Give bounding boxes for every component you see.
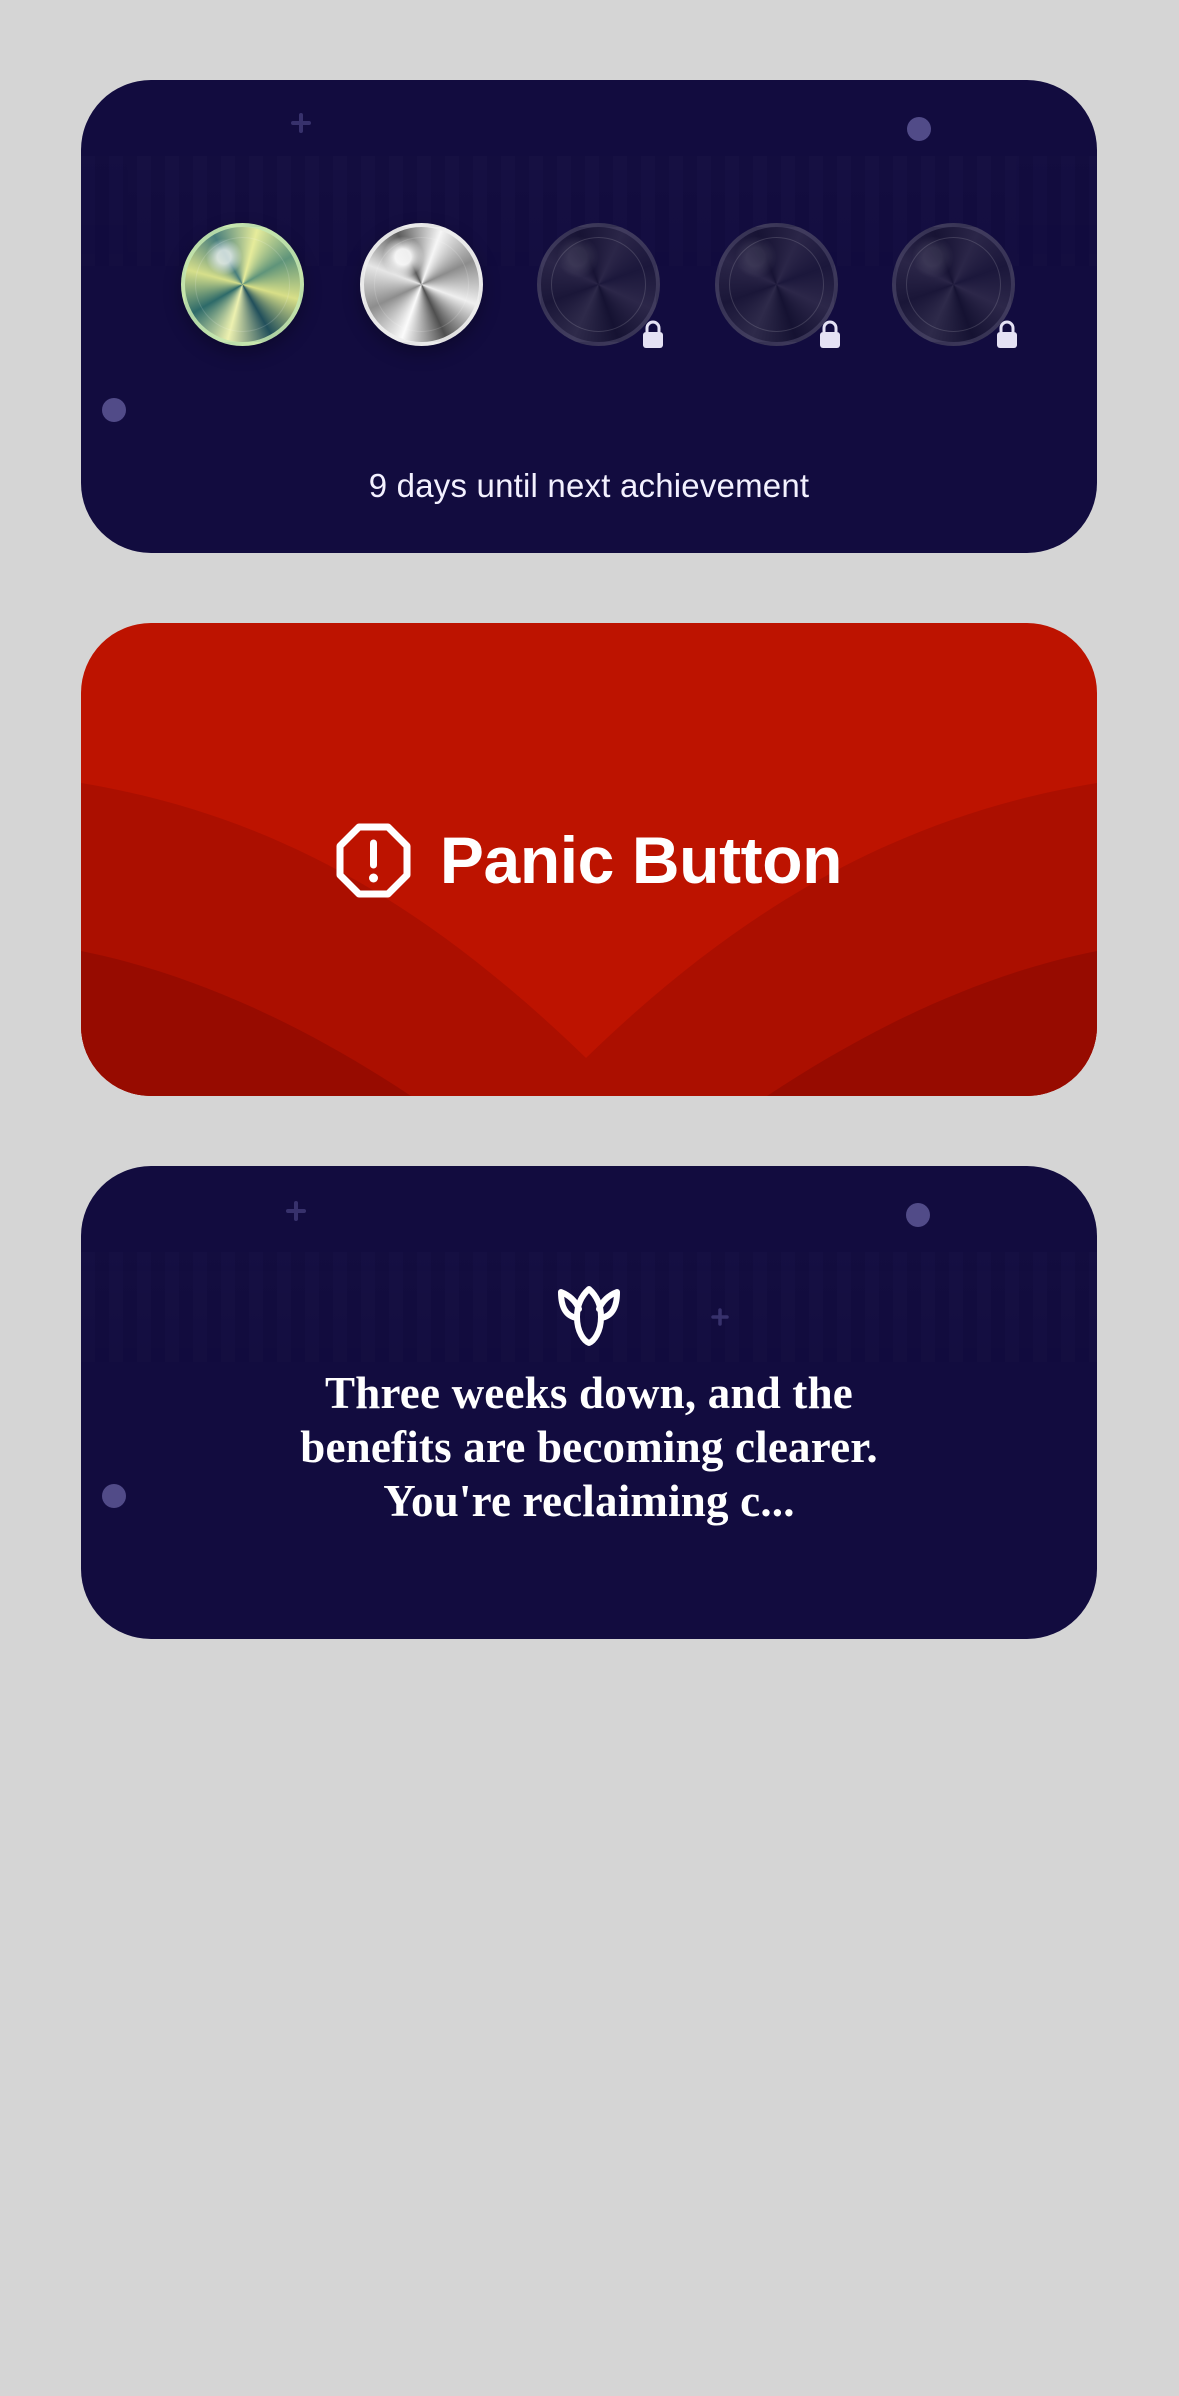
sparkle-icon bbox=[291, 113, 311, 133]
panic-button-card[interactable]: Panic Button bbox=[81, 623, 1097, 1096]
sparkle-icon bbox=[286, 1201, 306, 1221]
dot-icon bbox=[99, 395, 129, 425]
medal-unlocked-1[interactable] bbox=[181, 223, 304, 346]
lock-icon bbox=[820, 320, 840, 348]
sparkle-icon bbox=[711, 1308, 729, 1326]
alert-octagon-icon bbox=[336, 823, 411, 897]
achievement-progress-text: 9 days until next achievement bbox=[368, 467, 810, 504]
achievement-medals bbox=[181, 223, 1024, 358]
dot-icon bbox=[904, 114, 934, 144]
achievements-card[interactable]: 9 days until next achievement bbox=[81, 80, 1097, 553]
lock-icon bbox=[643, 320, 663, 348]
motivation-message-text: Three weeks down, and the benefits are b… bbox=[300, 1368, 878, 1526]
panic-button-label: Panic Button bbox=[439, 823, 843, 897]
panic-button-content[interactable]: Panic Button bbox=[81, 810, 1097, 910]
tulip-icon bbox=[558, 1286, 620, 1346]
dot-icon bbox=[99, 1481, 129, 1511]
medal-unlocked-2[interactable] bbox=[360, 223, 483, 346]
dot-icon bbox=[903, 1200, 933, 1230]
lock-icon bbox=[997, 320, 1017, 348]
motivation-message-card[interactable]: Three weeks down, and the benefits are b… bbox=[81, 1166, 1097, 1639]
